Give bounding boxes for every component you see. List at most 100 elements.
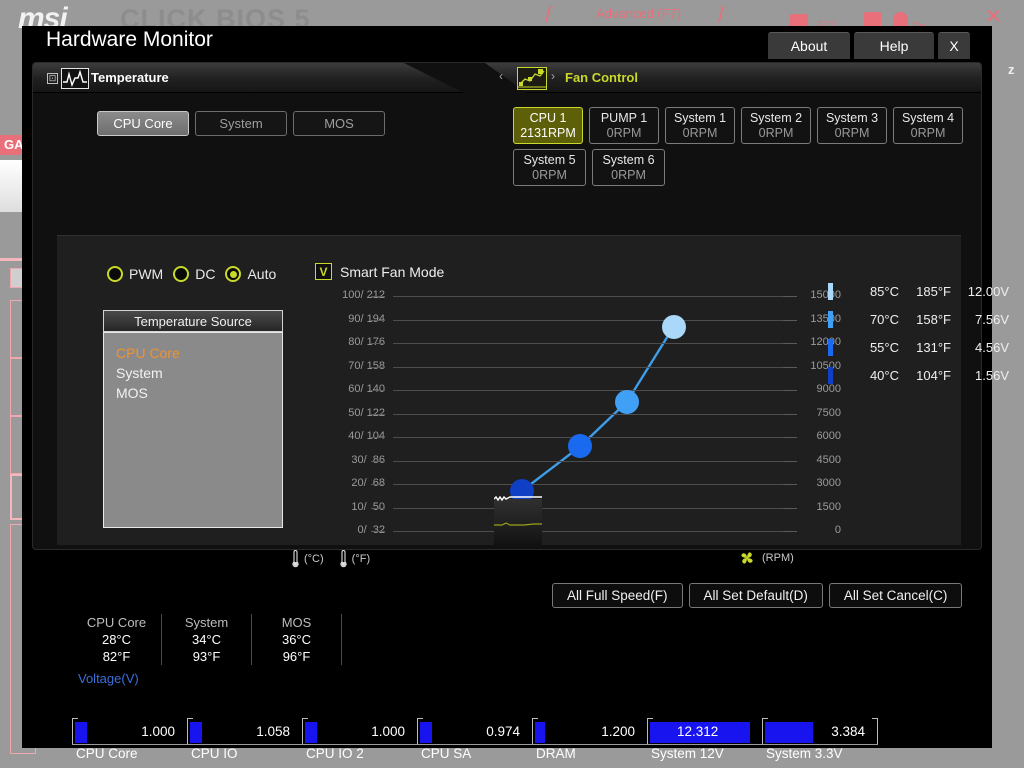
tab-mos[interactable]: MOS (293, 111, 385, 136)
smart-fan-mode-checkbox[interactable]: V (315, 263, 332, 280)
fan-curve-chart[interactable]: 100/ 212 90/ 194 80/ 176 70/ 158 60/ 140 50/ … (315, 288, 845, 543)
readout-cpu-core: CPU Core 28°C 82°F (72, 614, 162, 665)
chart-right-tickmark (783, 390, 797, 391)
prev-page-arrow-icon[interactable]: ‹ (499, 69, 503, 83)
temperature-source-item-cpu-core[interactable]: CPU Core (116, 343, 282, 363)
fan-control-header-bg (485, 63, 981, 93)
readout-fahrenheit: 93°F (192, 649, 221, 664)
voltage-label: CPU IO (191, 746, 238, 761)
chart-gridline (393, 366, 783, 368)
voltage-label: System 12V (651, 746, 724, 761)
chart-left-axis: 100/ 212 90/ 194 80/ 176 70/ 158 60/ 140 50/ … (315, 289, 385, 536)
chart-plot-area[interactable] (393, 296, 783, 532)
voltage-item-cpu-core: 1.000 CPU Core (72, 718, 187, 766)
fan-button-system-3[interactable]: System 3 0RPM (817, 107, 887, 144)
bg-z-label: z (1008, 62, 1015, 77)
chart-left-tick-label: 50/ 122 (348, 406, 385, 419)
voltage-label: System 3.3V (766, 746, 843, 761)
fan-curve-point-2[interactable] (568, 434, 593, 459)
chart-right-tick-label: 0 (834, 524, 841, 536)
fan-button-system-5[interactable]: System 5 0RPM (513, 149, 586, 186)
chart-gridline (393, 460, 783, 462)
fan-button-system-1[interactable]: System 1 0RPM (665, 107, 735, 144)
voltage-tick (647, 718, 653, 744)
rpm-axis-legend: (RPM) (738, 549, 808, 567)
chart-left-tickmark (371, 366, 385, 368)
readout-fahrenheit: 96°F (282, 649, 311, 664)
voltage-axis-end-cap (872, 718, 878, 744)
readout-celsius: 34°C (191, 632, 222, 647)
tab-system[interactable]: System (195, 111, 287, 136)
temperature-source-list[interactable]: CPU Core System MOS (103, 332, 283, 528)
all-set-cancel-button[interactable]: All Set Cancel(C) (828, 583, 963, 608)
chart-left-tick-label: 20/ 68 (351, 477, 385, 489)
chart-left-tick-label: 60/ 140 (348, 383, 385, 395)
chart-right-tickmark (783, 507, 797, 509)
voltage-item-cpu-io-2: 1.000 CPU IO 2 (302, 718, 417, 766)
legend-voltage: 4.56V (975, 340, 1009, 355)
fan-button-system-2[interactable]: System 2 0RPM (741, 107, 811, 144)
fan-curve-point-3[interactable] (615, 389, 639, 414)
radio-dc[interactable]: DC (173, 266, 215, 282)
fahrenheit-unit-label: (°F) (351, 553, 371, 565)
rpm-unit-label: (RPM) (762, 552, 794, 564)
fan-button-system-4[interactable]: System 4 0RPM (893, 107, 963, 144)
fan-button-cpu-1[interactable]: CPU 1 2131RPM (513, 107, 583, 144)
voltage-item-cpu-io: 1.058 CPU IO (187, 718, 302, 766)
radio-pwm-label: PWM (129, 266, 164, 282)
temperature-readouts: CPU Core 28°C 82°F System 34°C 93°F MOS … (72, 614, 342, 665)
fan-name: System 2 (749, 111, 803, 126)
temperature-source-item-mos[interactable]: MOS (116, 383, 282, 403)
about-button[interactable]: About (768, 32, 850, 59)
page-title: Hardware Monitor (46, 28, 213, 51)
radio-pwm[interactable]: PWM (107, 266, 163, 282)
advanced-mode-label[interactable]: Advanced (F7) (596, 6, 681, 21)
chart-left-tick-label: 30/ 86 (351, 453, 385, 466)
fan-curve-point-4[interactable] (661, 314, 686, 339)
fan-control-header-label: Fan Control (565, 70, 638, 85)
chart-right-tickmark (783, 296, 797, 297)
all-set-default-button[interactable]: All Set Default(D) (688, 583, 823, 608)
legend-swatch (828, 339, 833, 356)
voltage-label: CPU SA (421, 746, 472, 761)
voltage-tick (302, 718, 308, 744)
legend-row: 40°C 104°F 1.56V (828, 365, 1009, 386)
legend-celsius: 40°C (869, 368, 899, 383)
all-full-speed-button[interactable]: All Full Speed(F) (552, 583, 683, 608)
fan-selector-grid: CPU 1 2131RPM PUMP 1 0RPM System 1 0RPM … (513, 107, 963, 191)
voltage-item-cpu-sa: 0.974 CPU SA (417, 718, 532, 766)
chart-right-tickmark (783, 460, 797, 462)
fan-button-pump-1[interactable]: PUMP 1 0RPM (589, 107, 659, 144)
chart-left-tick-label: 40/ 104 (348, 430, 385, 442)
radio-auto[interactable]: Auto (225, 266, 276, 282)
voltage-label: DRAM (536, 746, 576, 761)
legend-swatch (828, 283, 833, 300)
bg-pink-line (0, 258, 24, 261)
readout-name: CPU Core (86, 615, 147, 630)
help-button[interactable]: Help (854, 32, 934, 59)
readout-celsius: 28°C (101, 632, 132, 647)
next-page-arrow-icon[interactable]: › (551, 69, 555, 83)
chart-right-tickmark (783, 366, 797, 368)
tab-cpu-core[interactable]: CPU Core (97, 111, 189, 136)
temperature-source-item-system[interactable]: System (116, 363, 282, 383)
chart-right-tickmark (783, 437, 797, 438)
voltage-tick (532, 718, 538, 744)
chart-right-tickmark (783, 531, 797, 532)
chart-left-tick-label: 90/ 194 (348, 312, 385, 325)
temperature-collapse-checkbox[interactable]: ⊡ (47, 73, 58, 84)
voltage-bar-fill (190, 722, 202, 743)
smart-fan-mode-toggle[interactable]: V Smart Fan Mode (315, 263, 444, 280)
legend-row: 70°C 158°F 7.56V (828, 309, 1009, 330)
voltage-value: 1.058 (256, 724, 290, 739)
celsius-unit-label: (°C) (304, 553, 324, 565)
fan-rpm: 0RPM (758, 125, 794, 140)
fan-rpm: 0RPM (834, 125, 870, 140)
fan-button-system-6[interactable]: System 6 0RPM (592, 149, 665, 186)
chart-gridline (393, 484, 783, 485)
chart-right-tickmark (783, 319, 797, 321)
chart-left-tickmark (371, 531, 385, 532)
chart-left-tickmark (371, 437, 385, 438)
close-button[interactable]: X (938, 32, 970, 59)
temperature-source-panel: Temperature Source CPU Core System MOS (103, 310, 283, 528)
